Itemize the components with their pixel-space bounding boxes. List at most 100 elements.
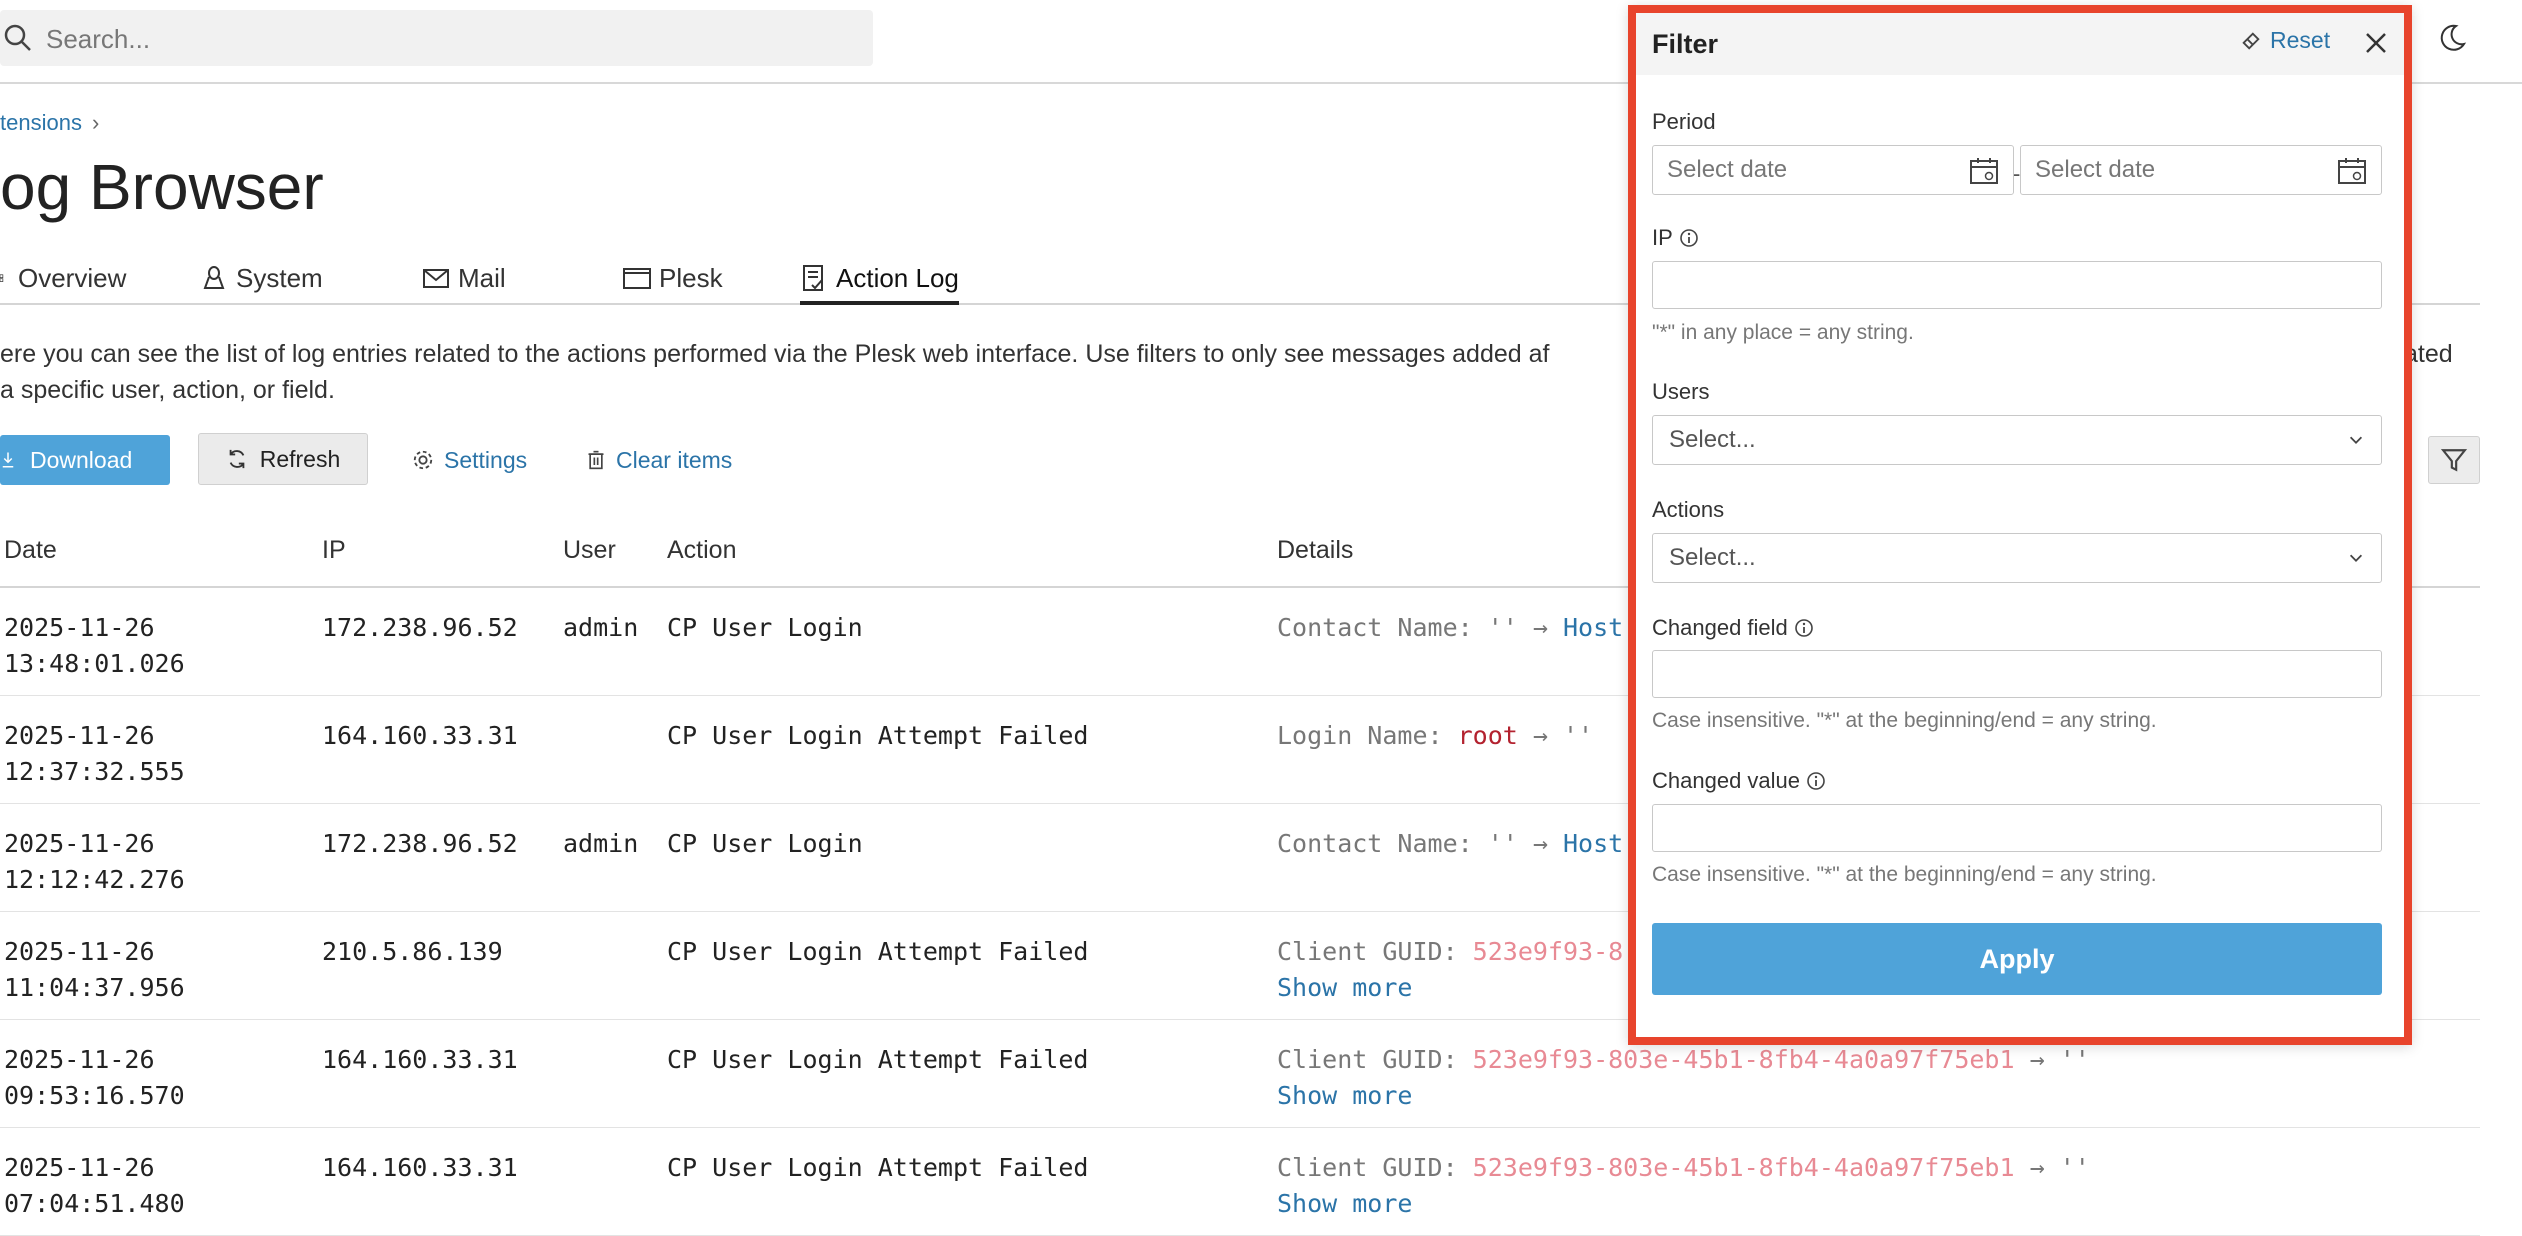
details-arrow: → xyxy=(1517,829,1563,858)
column-header-user[interactable]: User xyxy=(563,536,616,565)
show-more-link[interactable]: Show more xyxy=(1277,1081,1412,1110)
search-box[interactable] xyxy=(0,10,873,68)
column-header-date[interactable]: Date xyxy=(4,536,57,565)
cell-ip: 210.5.86.139 xyxy=(322,937,503,966)
details-old-value: '' xyxy=(1487,613,1518,642)
close-icon[interactable] xyxy=(2362,29,2390,57)
cell-action: CP User Login Attempt Failed xyxy=(667,1153,1089,1182)
users-select[interactable]: Select... xyxy=(1652,415,2382,465)
chevron-down-icon xyxy=(2349,436,2363,444)
date-time: 13:48:01.026 xyxy=(4,649,185,678)
settings-label: Settings xyxy=(444,446,528,473)
linux-icon xyxy=(203,266,225,289)
cell-details: Client GUID: 523e9f93-8 Show more xyxy=(1277,934,1623,1006)
column-header-action[interactable]: Action xyxy=(667,536,736,565)
ip-hint: "*" in any place = any string. xyxy=(1652,321,1914,344)
reset-label: Reset xyxy=(2270,27,2331,53)
cell-ip: 164.160.33.31 xyxy=(322,1045,518,1074)
funnel-icon xyxy=(2441,449,2467,472)
column-header-ip[interactable]: IP xyxy=(322,536,346,565)
cell-details: Client GUID: 523e9f93-803e-45b1-8fb4-4a0… xyxy=(1277,1042,2090,1114)
cell-user: admin xyxy=(563,613,639,642)
cell-ip: 164.160.33.31 xyxy=(322,721,518,750)
calendar-icon[interactable] xyxy=(1969,156,1999,186)
details-new-value[interactable]: Host xyxy=(1563,829,1623,858)
refresh-label: Refresh xyxy=(259,445,341,472)
description-line2: a specific user, action, or field. xyxy=(0,376,335,404)
download-button[interactable]: Download xyxy=(0,435,170,485)
clear-items-label: Clear items xyxy=(616,446,733,473)
details-old-value: 523e9f93-803e-45b1-8fb4-4a0a97f75eb1 xyxy=(1472,1045,2015,1074)
date-from-input[interactable] xyxy=(1653,146,1969,194)
filter-button[interactable] xyxy=(2428,436,2480,484)
cell-details: Client GUID: 523e9f93-803e-45b1-8fb4-4a0… xyxy=(1277,1150,2090,1222)
cell-action: CP User Login xyxy=(667,829,863,858)
tab-action-log[interactable]: Action Log xyxy=(800,255,959,305)
changed-value-input[interactable] xyxy=(1652,804,2382,852)
details-new-value: '' xyxy=(2059,1045,2090,1074)
details-key: Client GUID: xyxy=(1277,1045,1473,1074)
cell-action: CP User Login Attempt Failed xyxy=(667,1045,1089,1074)
details-key: Client GUID: xyxy=(1277,1153,1473,1182)
actions-select[interactable]: Select... xyxy=(1652,533,2382,583)
cell-date: 2025-11-26 12:12:42.276 xyxy=(4,826,185,898)
tab-overview[interactable]: Overview xyxy=(0,255,126,301)
info-icon[interactable] xyxy=(1806,771,1826,791)
details-new-value: '' xyxy=(2059,1153,2090,1182)
date-day: 2025-11-26 xyxy=(4,937,155,966)
actions-label: Actions xyxy=(1652,497,1724,523)
date-time: 11:04:37.956 xyxy=(4,973,185,1002)
reset-button[interactable]: Reset xyxy=(2240,27,2330,54)
cell-date: 2025-11-26 12:37:32.555 xyxy=(4,718,185,790)
actions-select-value: Select... xyxy=(1669,544,1756,571)
info-icon[interactable] xyxy=(1794,618,1814,638)
tab-label: Mail xyxy=(458,262,506,293)
apply-button[interactable]: Apply xyxy=(1652,923,2382,995)
details-old-value: 523e9f93-803e-45b1-8fb4-4a0a97f75eb1 xyxy=(1472,1153,2015,1182)
tab-system[interactable]: System xyxy=(200,255,323,301)
tab-label: Action Log xyxy=(836,262,959,293)
filter-header: Filter Reset xyxy=(1636,13,2404,75)
info-icon[interactable] xyxy=(1679,228,1699,248)
moon-icon[interactable] xyxy=(2436,22,2468,54)
date-from-field[interactable] xyxy=(1652,145,2014,195)
show-more-link[interactable]: Show more xyxy=(1277,973,1412,1002)
envelope-icon xyxy=(423,269,449,288)
users-label-text: Users xyxy=(1652,379,1710,404)
window-icon xyxy=(623,268,651,289)
tab-mail[interactable]: Mail xyxy=(422,255,506,301)
date-to-input[interactable] xyxy=(2021,146,2337,194)
changed-field-input[interactable] xyxy=(1652,650,2382,698)
changed-field-label: Changed field xyxy=(1652,615,1814,641)
ip-input[interactable] xyxy=(1652,261,2382,309)
tab-label: Overview xyxy=(18,262,127,293)
refresh-button[interactable]: Refresh xyxy=(198,433,368,485)
cell-action: CP User Login Attempt Failed xyxy=(667,937,1089,966)
cell-date: 2025-11-26 09:53:16.570 xyxy=(4,1042,185,1114)
details-arrow: → xyxy=(2014,1153,2060,1182)
date-day: 2025-11-26 xyxy=(4,721,155,750)
tab-plesk[interactable]: Plesk xyxy=(623,255,723,301)
breadcrumb-link[interactable]: tensions xyxy=(0,110,82,135)
clear-items-button[interactable]: Clear items xyxy=(586,435,732,485)
date-to-field[interactable] xyxy=(2020,145,2382,195)
calendar-icon[interactable] xyxy=(2337,156,2367,186)
column-header-details: Details xyxy=(1277,536,1354,564)
details-arrow: → xyxy=(2014,1045,2060,1074)
settings-button[interactable]: Settings xyxy=(412,435,527,485)
cell-ip: 164.160.33.31 xyxy=(322,1153,518,1182)
cell-user: admin xyxy=(563,829,639,858)
details-new-value: '' xyxy=(1563,721,1594,750)
ip-label: IP xyxy=(1652,225,1699,251)
changed-value-label-text: Changed value xyxy=(1652,768,1801,793)
cell-details: Contact Name: '' → Host xyxy=(1277,826,1623,862)
search-icon xyxy=(4,24,31,51)
changed-field-hint: Case insensitive. "*" at the beginning/e… xyxy=(1652,709,2157,732)
users-label: Users xyxy=(1652,379,1709,405)
changed-field-label-text: Changed field xyxy=(1652,615,1788,640)
show-more-link[interactable]: Show more xyxy=(1277,1189,1412,1218)
search-input[interactable] xyxy=(44,10,848,68)
eraser-icon xyxy=(2242,31,2260,50)
period-label-text: Period xyxy=(1652,109,1716,134)
details-new-value[interactable]: Host xyxy=(1563,613,1623,642)
